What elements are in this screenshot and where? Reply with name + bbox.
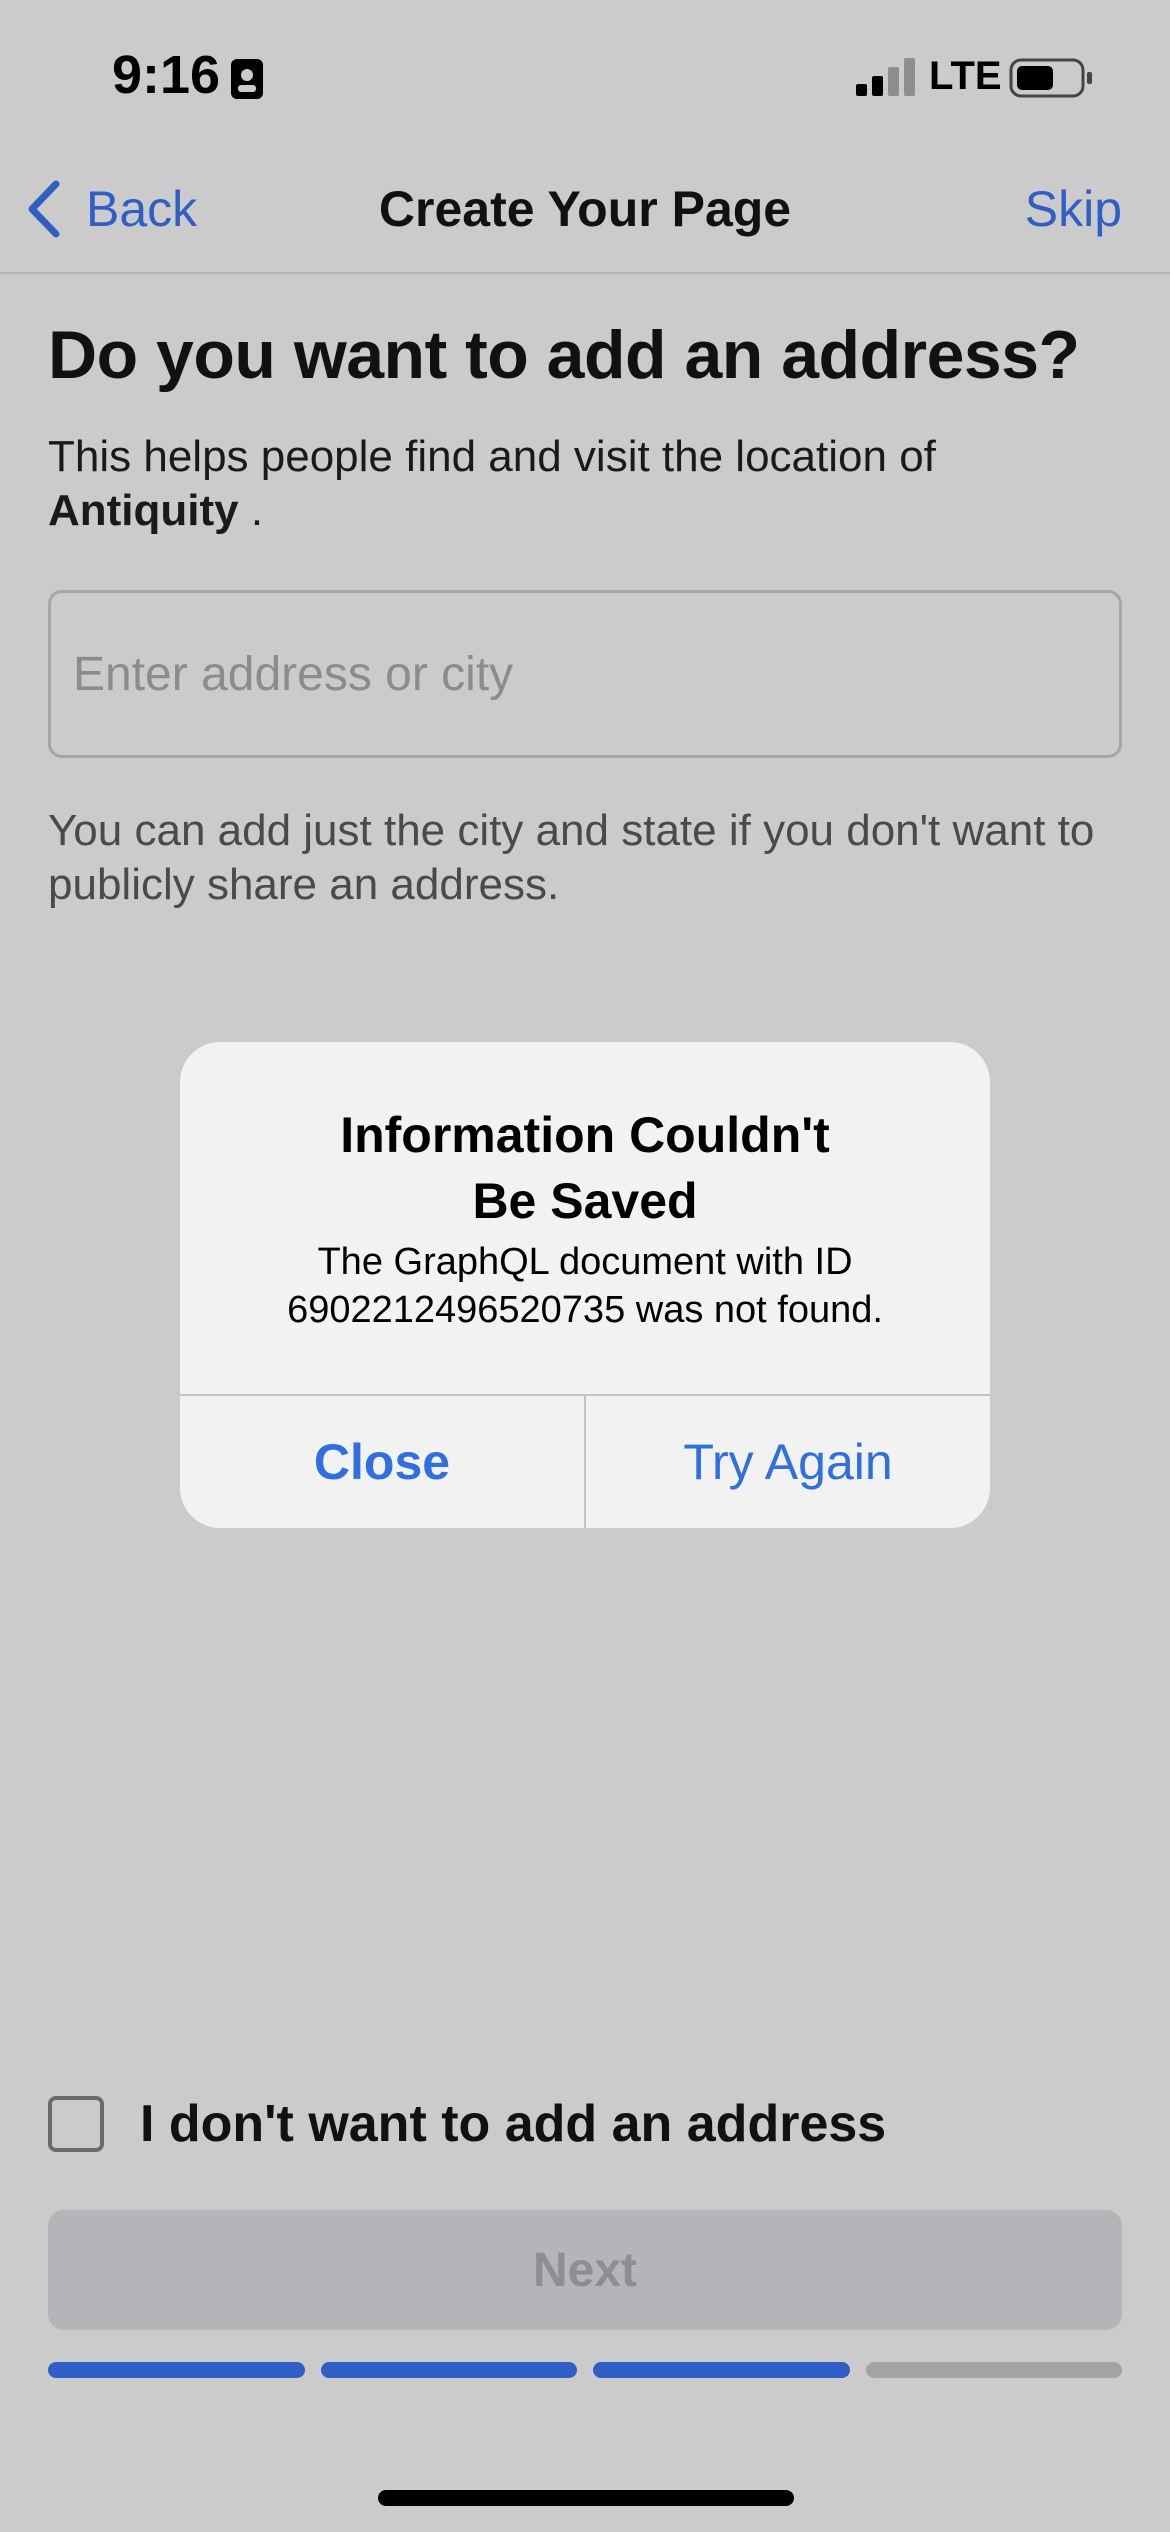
skip-button[interactable]: Skip <box>1025 180 1122 238</box>
helper-text: You can add just the city and state if y… <box>48 806 1095 909</box>
no-address-checkbox[interactable] <box>48 2096 104 2152</box>
battery-icon <box>1009 58 1092 98</box>
description-suffix: . <box>238 486 264 535</box>
no-address-checkbox-row[interactable]: I don't want to add an address <box>48 2094 886 2154</box>
description-prefix: This helps people find and visit the loc… <box>48 432 936 481</box>
alert-message: The GraphQL document with ID 69022124965… <box>220 1238 950 1334</box>
nav-bar: Back Create Your Page Skip <box>0 150 1170 274</box>
close-button[interactable]: Close <box>180 1396 584 1528</box>
home-indicator <box>378 2490 794 2506</box>
alert-title: Information Couldn't Be Saved <box>180 1102 990 1234</box>
status-time: 9:16 <box>112 45 221 105</box>
progress-segment <box>593 2362 850 2378</box>
page-title: Create Your Page <box>378 181 792 237</box>
network-type-label: LTE <box>929 54 1002 98</box>
try-again-button[interactable]: Try Again <box>586 1396 990 1528</box>
address-input[interactable] <box>48 590 1122 758</box>
progress-indicator <box>48 2362 1122 2378</box>
progress-segment <box>48 2362 305 2378</box>
no-address-checkbox-label: I don't want to add an address <box>140 2095 887 2153</box>
alert-message-line-1: The GraphQL document with ID <box>317 1241 853 1283</box>
progress-segment <box>865 2362 1122 2378</box>
status-bar: 9:16 LTE <box>0 0 1170 150</box>
question-heading: Do you want to add an address? <box>48 317 1080 393</box>
id-card-icon <box>231 59 263 99</box>
alert-title-line-2: Be Saved <box>472 1173 698 1229</box>
progress-segment <box>320 2362 577 2378</box>
alert-message-line-2: 6902212496520735 was not found. <box>287 1289 883 1331</box>
next-button[interactable]: Next <box>48 2210 1122 2330</box>
description-text: This helps people find and visit the loc… <box>48 430 1122 538</box>
error-alert-dialog: Information Couldn't Be Saved The GraphQ… <box>180 1042 990 1528</box>
alert-title-line-1: Information Couldn't <box>340 1107 830 1163</box>
signal-icon <box>856 58 915 96</box>
page-name: Antiquity <box>48 486 239 535</box>
